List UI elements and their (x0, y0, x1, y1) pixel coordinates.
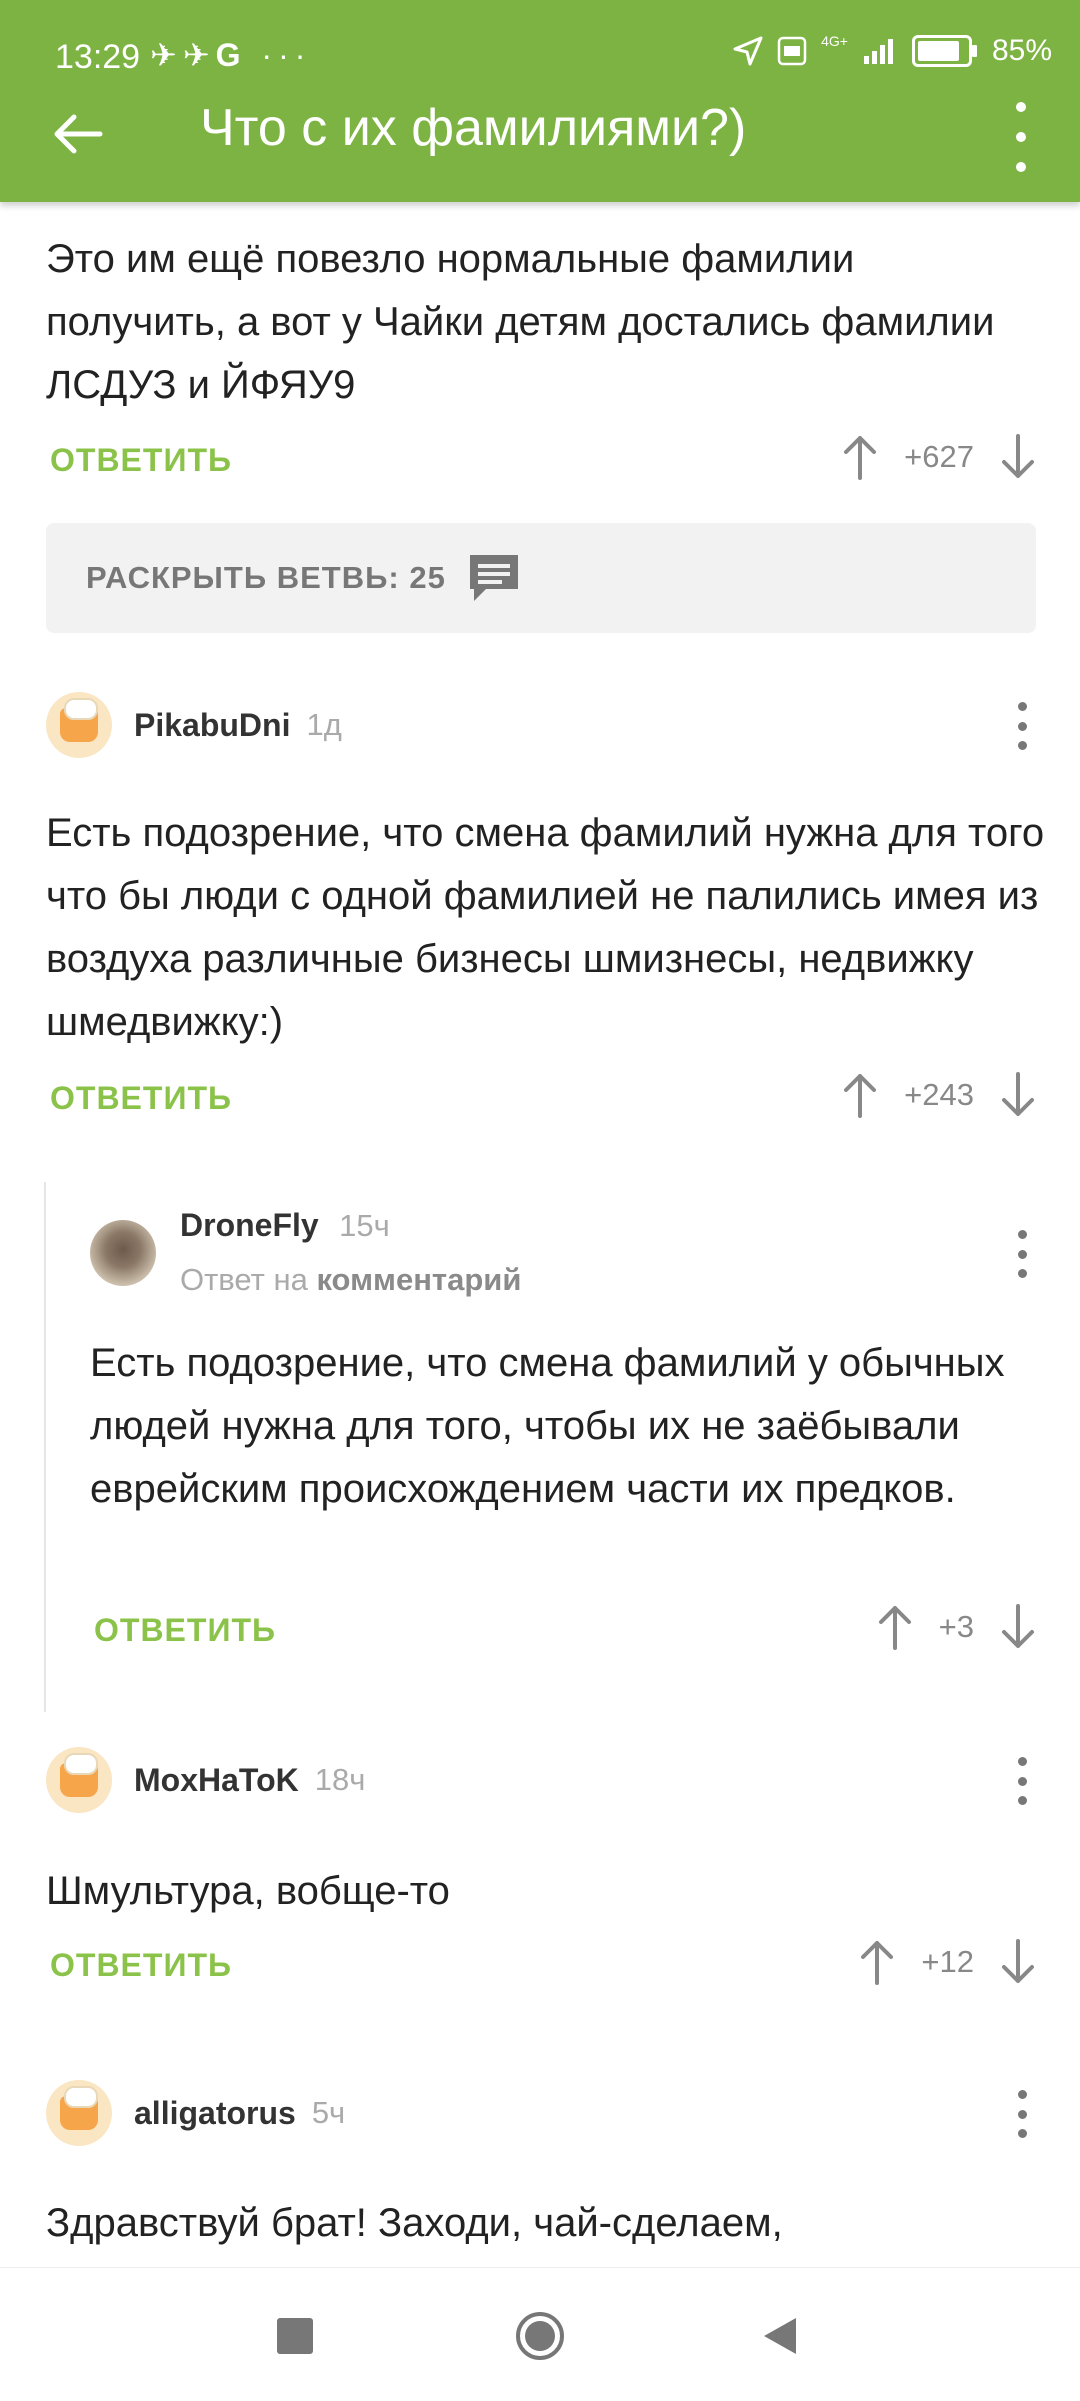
battery-icon (911, 35, 977, 67)
signal-icon (863, 39, 893, 64)
comment-rating: +12 (855, 1937, 1040, 1987)
notification-icon: ✈ (150, 37, 183, 73)
page-title: Что с их фамилиями?) (200, 99, 747, 157)
recents-icon[interactable] (277, 2318, 313, 2354)
thread-line (44, 1182, 46, 1712)
comment-author-row (90, 1220, 156, 1286)
status-right-icons: 4G+ 85% (733, 33, 1052, 68)
upvote-icon[interactable] (855, 1937, 899, 1987)
avatar[interactable] (46, 692, 112, 758)
author-name[interactable]: alligatorus (134, 2095, 296, 2132)
app-bar: Что с их фамилиями?) (0, 84, 1080, 202)
author-name[interactable]: PikabuDni (134, 707, 290, 744)
downvote-icon[interactable] (996, 1602, 1040, 1652)
comment-icon (469, 555, 518, 601)
comment-menu-icon[interactable] (1012, 1757, 1032, 1805)
author-name[interactable]: DroneFly (180, 1207, 319, 1243)
rating-score: +12 (921, 1944, 974, 1979)
author-name[interactable]: MoxHaToK (134, 1762, 299, 1799)
upvote-icon[interactable] (838, 432, 882, 482)
status-bar: 13:29 ✈✈G ··· 4G+ 85% (0, 0, 1080, 84)
expand-branch-label: РАСКРЫТЬ ВЕТВЬ: 25 (86, 560, 446, 595)
upvote-icon[interactable] (873, 1602, 917, 1652)
volte-icon (777, 36, 807, 66)
downvote-icon[interactable] (996, 432, 1040, 482)
comment-menu-icon[interactable] (1012, 702, 1032, 750)
app-header: 13:29 ✈✈G ··· 4G+ 85% Что с их фамилиями… (0, 0, 1080, 202)
expand-branch-button[interactable]: РАСКРЫТЬ ВЕТВЬ: 25 (46, 523, 1036, 633)
comment-menu-icon[interactable] (1012, 2090, 1032, 2138)
network-type: 4G+ (821, 33, 848, 49)
status-time: 13:29 (55, 38, 141, 76)
notification-icon: ✈ (182, 37, 216, 73)
comment-rating: +3 (873, 1602, 1040, 1652)
comment-time: 18ч (314, 1762, 366, 1797)
comment-meta: DroneFly 15ч Ответ на комментарий (180, 1207, 521, 1298)
upvote-icon[interactable] (838, 1070, 882, 1120)
reply-button[interactable]: ОТВЕТИТЬ (94, 1612, 276, 1649)
downvote-icon[interactable] (996, 1937, 1040, 1987)
avatar[interactable] (46, 1747, 112, 1813)
reply-to-prefix: Ответ на (180, 1262, 308, 1297)
comment-time: 5ч (311, 2095, 346, 2130)
comment-author-row: PikabuDni 1д (46, 692, 342, 758)
comments-feed[interactable]: Это им ещё повезло нормальные фамилии по… (0, 202, 1080, 2267)
back-arrow-icon[interactable] (48, 104, 108, 164)
reply-button[interactable]: ОТВЕТИТЬ (50, 1080, 232, 1117)
avatar[interactable] (90, 1220, 156, 1286)
comment-text: Здравствуй брат! Заходи, чай-сделаем, (46, 2201, 783, 2245)
comment-text: Есть подозрение, что смена фамилий нужна… (46, 811, 1045, 1044)
back-icon[interactable] (760, 2314, 800, 2358)
avatar[interactable] (46, 2080, 112, 2146)
comment-text: Это им ещё повезло нормальные фамилии по… (46, 237, 995, 407)
comment-rating: +627 (838, 432, 1040, 482)
rating-score: +3 (938, 1609, 974, 1644)
reply-button[interactable]: ОТВЕТИТЬ (50, 1947, 232, 1984)
rating-score: +627 (904, 439, 974, 474)
location-icon (733, 36, 763, 66)
comment-text: Есть подозрение, что смена фамилий у обы… (90, 1341, 1005, 1511)
reply-to-link[interactable]: комментарий (316, 1262, 521, 1297)
rating-score: +243 (904, 1077, 974, 1112)
comment-author-row: alligatorus 5ч (46, 2080, 345, 2146)
system-nav-bar (0, 2267, 1080, 2401)
status-notification-icons: ✈✈G ··· (150, 36, 311, 74)
comment-time: 1д (306, 707, 342, 742)
comment-time: 15ч (339, 1208, 390, 1243)
comment-text: Шмультура, вобще-то (46, 1869, 450, 1913)
comment-menu-icon[interactable] (1012, 1230, 1032, 1278)
reply-button[interactable]: ОТВЕТИТЬ (50, 442, 232, 479)
comment-rating: +243 (838, 1070, 1040, 1120)
comment-author-row: MoxHaToK 18ч (46, 1747, 365, 1813)
overflow-menu-icon[interactable] (1006, 102, 1036, 172)
home-icon[interactable] (515, 2311, 565, 2361)
google-icon: G (215, 37, 247, 73)
reply-to-line: Ответ на комментарий (180, 1262, 521, 1298)
more-dots-icon: ··· (261, 37, 312, 73)
downvote-icon[interactable] (996, 1070, 1040, 1120)
battery-level: 85% (991, 34, 1052, 67)
